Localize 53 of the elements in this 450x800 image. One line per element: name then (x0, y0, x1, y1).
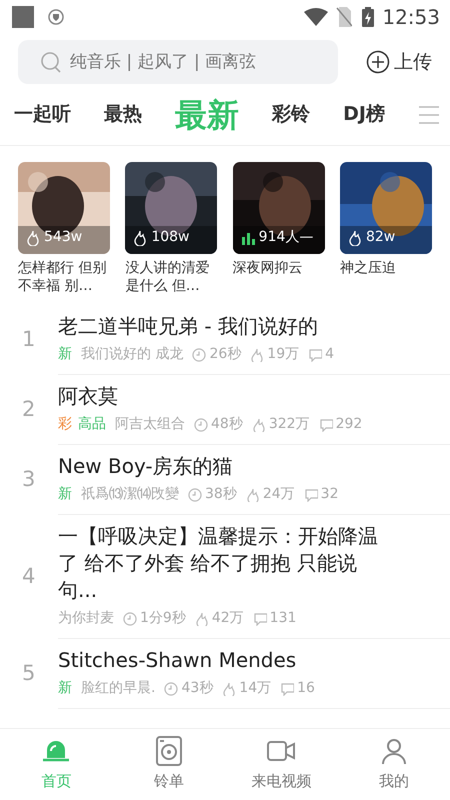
nav-tab[interactable]: 我的 (338, 736, 450, 793)
rank-number: 4 (21, 563, 36, 590)
song-tag: 彩 (58, 414, 72, 435)
play-count: 108w (151, 228, 190, 247)
duration: 1分9秒 (140, 609, 186, 628)
artist-name: 脸红的早晨. (81, 679, 156, 698)
category-tab[interactable]: 一起听 (14, 100, 71, 129)
song-title[interactable]: New Boy-房东的猫 (58, 453, 390, 480)
rank-number: 3 (21, 466, 36, 494)
artist-name: 阿吉太组合 (115, 415, 185, 434)
rank-number: 2 (21, 396, 36, 424)
artist-name: 我们说好的 成龙 (81, 345, 184, 364)
song-tag: 新 (58, 484, 72, 505)
play-count: 19万 (267, 345, 300, 364)
play-count: 14万 (239, 679, 272, 698)
play-count: 914人— (258, 228, 314, 247)
song-tag: 高品 (78, 414, 106, 435)
comment-count: 4 (325, 345, 334, 364)
comment-count: 32 (320, 485, 338, 504)
duration: 26秒 (209, 345, 242, 364)
comment-count: 16 (297, 679, 315, 698)
play-count: 24万 (262, 485, 295, 504)
duration: 43秒 (181, 679, 214, 698)
song-tag: 新 (58, 678, 72, 699)
comment-count: 131 (270, 609, 296, 628)
clock: 12:53 (382, 4, 440, 31)
song-title[interactable]: 阿衣莫 (58, 383, 390, 410)
playlist-title[interactable]: 神之压迫 (340, 260, 432, 278)
category-tab[interactable]: DJ榜 (343, 100, 385, 129)
play-count: 82w (366, 228, 396, 247)
nav-tab[interactable]: 来电视频 (225, 736, 338, 793)
category-tab[interactable]: 彩铃 (272, 100, 310, 129)
play-count: 543w (44, 228, 82, 247)
playlist-title[interactable]: 怎样都行 但别不幸福 别… (18, 260, 110, 295)
search-field[interactable]: 纯音乐 | 起风了 | 画离弦 (18, 40, 338, 84)
rank-number: 5 (21, 660, 36, 688)
artist-name: 祇爲⒀潔⒁攺變 (81, 485, 179, 504)
song-title[interactable]: 老二道半吨兄弟 - 我们说好的 (58, 313, 390, 340)
nav-tab[interactable]: 铃单 (112, 736, 225, 793)
play-count: 322万 (268, 415, 310, 434)
song-title[interactable]: 一【呼吸决定】温馨提示：开始降温了 给不了外套 给不了拥抱 只能说句... (58, 523, 390, 604)
duration: 38秒 (205, 485, 237, 504)
play-count: 42万 (212, 609, 244, 628)
rank-number: 1 (21, 326, 36, 354)
playlist-title[interactable]: 深夜网抑云 (232, 260, 325, 278)
upload-button[interactable]: 上传 (366, 48, 432, 76)
duration: 48秒 (211, 415, 243, 434)
category-tab[interactable]: 最热 (104, 100, 142, 129)
song-title[interactable]: Stitches-Shawn Mendes (58, 647, 390, 674)
playlist-title[interactable]: 没人讲的清爱是什么 但… (125, 260, 218, 295)
comment-count: 292 (336, 415, 362, 434)
artist-name: 为你封麦 (58, 609, 114, 628)
song-tag: 新 (58, 344, 72, 365)
